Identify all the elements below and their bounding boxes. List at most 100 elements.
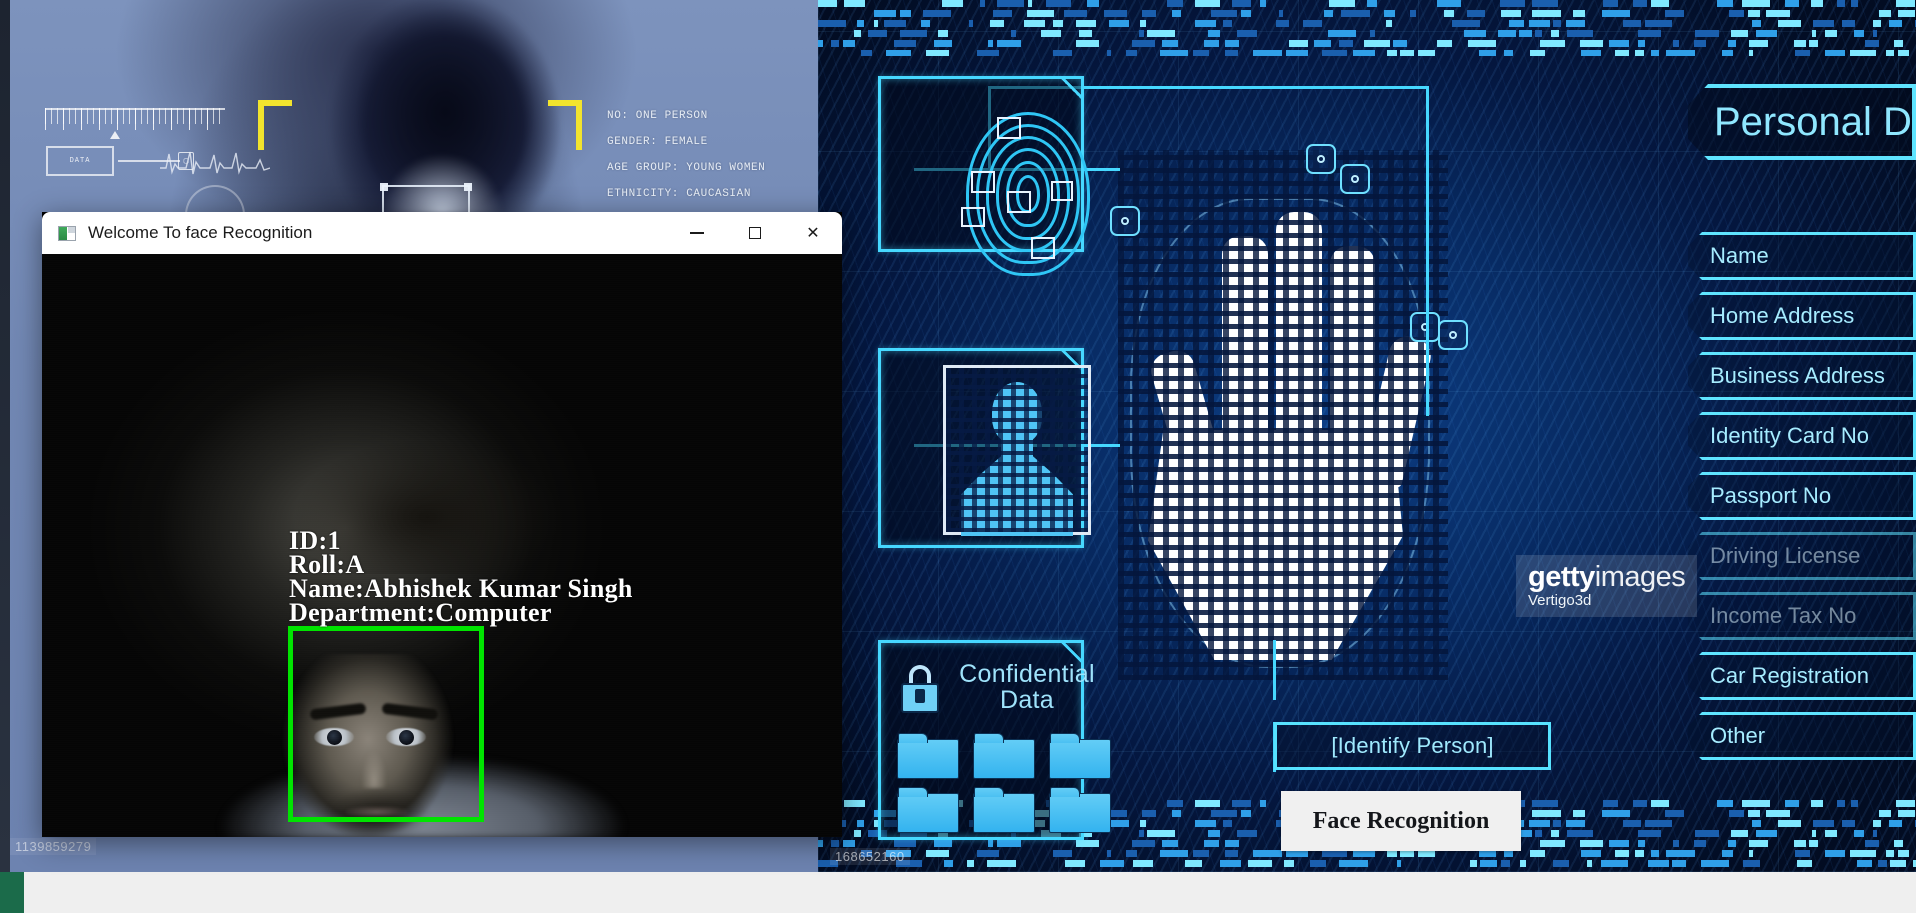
maximize-icon — [749, 227, 761, 239]
field-other[interactable]: Other — [1688, 712, 1916, 760]
hand-pixel-texture — [1118, 150, 1448, 680]
fp-minutia-3 — [1051, 181, 1073, 201]
node-dot — [1121, 217, 1129, 225]
personal-data-panel-title: Personal D — [1688, 84, 1916, 160]
field-label: Driving License — [1710, 543, 1861, 568]
getty-logo-light: images — [1594, 561, 1686, 593]
hand-biometric-graphic — [1110, 144, 1468, 680]
field-label: Other — [1710, 723, 1766, 748]
hud-ruler-major — [45, 108, 225, 130]
folder-icon[interactable] — [1049, 733, 1111, 779]
hand-node-right2-icon — [1438, 320, 1468, 350]
silhouette-frame — [943, 365, 1091, 536]
binary-data-row — [818, 30, 1916, 39]
binary-data-band-top — [818, 0, 1916, 56]
connector-identify-stem — [1273, 640, 1276, 700]
close-button[interactable]: ✕ — [784, 212, 842, 254]
field-label: Name — [1710, 243, 1769, 268]
minimize-button[interactable] — [668, 212, 726, 254]
window-controls: ✕ — [668, 212, 842, 254]
minimize-icon — [690, 232, 704, 234]
close-icon: ✕ — [806, 225, 820, 242]
field-business-address[interactable]: Business Address — [1688, 352, 1916, 400]
node-dot — [1317, 155, 1325, 163]
personal-data-title-label: Personal D — [1714, 99, 1912, 144]
binary-data-row — [818, 20, 1916, 29]
folder-icon[interactable] — [973, 787, 1035, 833]
field-car-registration[interactable]: Car Registration — [1688, 652, 1916, 700]
hud-data-label: DATA — [69, 157, 91, 165]
scan-handle-right — [464, 183, 472, 191]
confidential-title-line1: Confidential — [959, 660, 1095, 688]
overlay-line-department: Department:Computer — [289, 598, 552, 627]
confidential-title-line2: Data — [999, 686, 1054, 715]
panel-corner-cut — [1058, 76, 1084, 102]
field-driving-license[interactable]: Driving License — [1688, 532, 1916, 580]
lock-keyhole — [915, 689, 925, 703]
field-name[interactable]: Name — [1688, 232, 1916, 280]
app-icon — [58, 225, 76, 241]
field-label: Car Registration — [1710, 663, 1869, 688]
desktop-screen: DATA ▢ NO: ONE PERSON GENDER: FEMALE AGE… — [0, 0, 1916, 913]
fp-minutia-6 — [1031, 237, 1055, 259]
getty-logo-bold: getty — [1528, 561, 1595, 593]
binary-data-row — [818, 860, 1916, 869]
fp-minutia-4 — [1007, 191, 1031, 213]
hand-node-top-icon — [1306, 144, 1336, 174]
personal-data-field-list: Name Home Address Business Address Ident… — [1688, 232, 1916, 772]
fp-minutia-1 — [997, 117, 1021, 139]
field-label: Home Address — [1710, 303, 1855, 328]
scan-handle-left — [380, 183, 388, 191]
hand-node-right-icon — [1410, 312, 1440, 342]
ecg-waveform-icon — [160, 151, 270, 175]
scan-bracket-top-right-icon — [548, 100, 582, 150]
binary-data-row — [818, 10, 1916, 19]
biometric-readout-list: NO: ONE PERSON GENDER: FEMALE AGE GROUP:… — [607, 110, 765, 214]
field-label: Identity Card No — [1710, 423, 1869, 448]
connector-right-rail — [1426, 86, 1429, 416]
field-income-tax-no[interactable]: Income Tax No — [1688, 592, 1916, 640]
scan-bracket-top-left-icon — [258, 100, 292, 150]
folder-icon[interactable] — [973, 733, 1035, 779]
screen-left-edge — [0, 0, 10, 872]
binary-data-row — [818, 40, 1916, 49]
field-label: Business Address — [1710, 363, 1885, 388]
biometric-readout-1: GENDER: FEMALE — [607, 136, 708, 148]
webcam-video-feed[interactable]: ID:1 Roll:A Name:Abhishek Kumar Singh De… — [42, 254, 842, 837]
getty-logo-text: gettyimages — [1528, 561, 1686, 594]
binary-data-row — [818, 0, 1916, 9]
folder-icon[interactable] — [1049, 787, 1111, 833]
window-titlebar[interactable]: Welcome To face Recognition ✕ — [42, 212, 842, 254]
biometric-readout-3: ETHNICITY: CAUCASIAN — [607, 188, 752, 200]
fingerprint-icon — [961, 109, 1093, 279]
face-detection-box — [288, 626, 484, 822]
confidential-data-panel[interactable]: Confidential Data — [878, 640, 1111, 840]
biometric-readout-2: AGE GROUP: YOUNG WOMEN — [607, 162, 766, 174]
face-recognition-caption-plate: Face Recognition — [1281, 791, 1521, 851]
folder-icon[interactable] — [897, 787, 959, 833]
folder-icon[interactable] — [897, 733, 959, 779]
hud-ruler-caret-icon — [110, 131, 120, 139]
field-home-address[interactable]: Home Address — [1688, 292, 1916, 340]
fingerprint-panel[interactable] — [878, 76, 1090, 276]
hand-node-top2-icon — [1340, 164, 1370, 194]
field-identity-card-no[interactable]: Identity Card No — [1688, 412, 1916, 460]
identify-person-button[interactable]: [Identify Person] — [1274, 722, 1551, 770]
window-title: Welcome To face Recognition — [88, 223, 313, 242]
binary-data-row — [818, 50, 1916, 56]
face-recognition-window[interactable]: Welcome To face Recognition ✕ ID:1 Roll:… — [42, 212, 842, 837]
biometric-readout-0: NO: ONE PERSON — [607, 110, 708, 122]
hand-node-thumb-icon — [1110, 206, 1140, 236]
taskbar-green-accent — [0, 872, 24, 913]
fp-minutia-2 — [971, 171, 995, 193]
lock-icon — [901, 665, 939, 713]
watermark-id-left: 1139859279 — [10, 838, 97, 855]
identify-person-label: [Identify Person] — [1331, 733, 1494, 758]
maximize-button[interactable] — [726, 212, 784, 254]
person-silhouette-panel[interactable] — [878, 348, 1091, 548]
fp-minutia-5 — [961, 207, 985, 227]
field-passport-no[interactable]: Passport No — [1688, 472, 1916, 520]
node-dot — [1449, 331, 1457, 339]
folder-grid — [897, 733, 1111, 833]
field-label: Passport No — [1710, 483, 1832, 508]
